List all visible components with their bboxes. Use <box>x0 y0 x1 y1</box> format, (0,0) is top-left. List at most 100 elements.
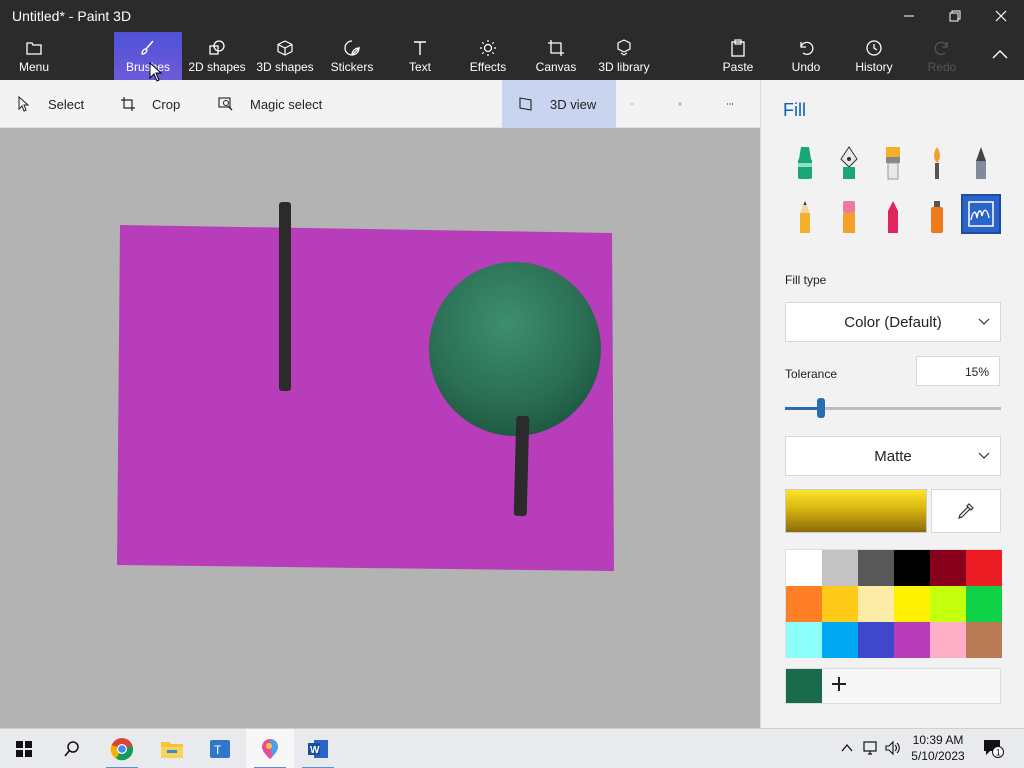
tab-3d-shapes[interactable]: 3D shapes <box>254 32 316 80</box>
palette-swatch[interactable] <box>822 622 858 658</box>
notification-count: 1 <box>996 748 1001 758</box>
crayon-brush[interactable] <box>873 197 913 237</box>
fill-panel: Fill Fill type Color (Default) Tolerance… <box>760 80 1024 728</box>
taskbar-file-explorer[interactable] <box>148 729 196 768</box>
history-button[interactable]: History <box>852 32 896 80</box>
vertical-bar-left[interactable] <box>279 202 291 391</box>
svg-text:T: T <box>214 743 222 757</box>
eraser-icon <box>843 201 855 233</box>
palette-swatch[interactable] <box>822 586 858 622</box>
pixel-pen-brush[interactable] <box>961 143 1001 183</box>
palette-swatch[interactable] <box>930 550 966 586</box>
palette-swatch[interactable] <box>858 586 894 622</box>
redo-label: Redo <box>927 59 957 74</box>
pencil-brush[interactable] <box>785 197 825 237</box>
notification-center[interactable]: 1 <box>982 739 1004 758</box>
restore-icon <box>949 10 961 22</box>
search-button[interactable] <box>48 729 96 768</box>
taskbar-word[interactable]: W <box>294 729 342 768</box>
fill-brush[interactable] <box>961 194 1001 234</box>
eraser-brush[interactable] <box>829 197 869 237</box>
taskbar-paint3d[interactable] <box>246 729 294 768</box>
restore-button[interactable] <box>932 0 978 32</box>
palette-swatch[interactable] <box>786 586 822 622</box>
palette-swatch[interactable] <box>858 622 894 658</box>
crop-button[interactable]: Crop <box>120 80 180 128</box>
taskbar-clock[interactable]: 10:39 AM 5/10/2023 <box>906 732 970 764</box>
tab-stickers[interactable]: Stickers <box>326 32 378 80</box>
magic-select-label: Magic select <box>250 96 323 112</box>
search-icon <box>64 741 79 757</box>
brushes-label: Brushes <box>125 59 171 74</box>
network-tray[interactable] <box>862 739 880 757</box>
palette-swatch[interactable] <box>966 550 1002 586</box>
3d-view-toggle[interactable]: 3D view <box>502 80 616 128</box>
add-color-button[interactable] <box>830 675 850 695</box>
palette-swatch[interactable] <box>966 622 1002 658</box>
close-button[interactable] <box>978 0 1024 32</box>
palette-swatch[interactable] <box>858 550 894 586</box>
selected-color-preview[interactable] <box>785 489 927 533</box>
drawing-canvas[interactable] <box>0 128 760 728</box>
eyedropper-button[interactable] <box>931 489 1001 533</box>
volume-tray[interactable] <box>884 739 902 757</box>
3d-library-label: 3D library <box>598 59 650 74</box>
zoom-out-button[interactable] <box>630 80 650 128</box>
text-icon <box>414 40 426 55</box>
taskbar-chrome[interactable] <box>98 729 146 768</box>
undo-label: Undo <box>791 59 821 74</box>
tolerance-input[interactable]: 15% <box>916 356 1000 386</box>
marker-icon <box>798 147 812 179</box>
undo-button[interactable]: Undo <box>786 32 826 80</box>
fill-type-dropdown[interactable]: Color (Default) <box>785 302 1001 342</box>
magic-select-button[interactable]: Magic select <box>218 80 322 128</box>
2d-shapes-label: 2D shapes <box>188 59 246 74</box>
paste-button[interactable]: Paste <box>718 32 758 80</box>
oil-brush[interactable] <box>873 143 913 183</box>
tab-2d-shapes[interactable]: 2D shapes <box>186 32 248 80</box>
tab-3d-library[interactable]: 3D library <box>596 32 652 80</box>
green-sphere[interactable] <box>429 262 601 436</box>
custom-color-swatch[interactable] <box>786 669 822 703</box>
calligraphy-pen-brush[interactable] <box>829 143 869 183</box>
collapse-ribbon-button[interactable] <box>984 32 1016 80</box>
palette-swatch[interactable] <box>894 550 930 586</box>
watercolor-brush[interactable] <box>917 143 957 183</box>
tolerance-slider-thumb[interactable] <box>817 398 826 418</box>
chevron-down-icon <box>978 318 990 325</box>
show-hidden-icons[interactable] <box>838 739 856 757</box>
network-icon <box>863 741 877 755</box>
palette-swatch[interactable] <box>822 550 858 586</box>
oil-brush-icon <box>886 147 900 180</box>
minimize-button[interactable] <box>886 0 932 32</box>
redo-button[interactable]: Redo <box>924 32 960 80</box>
plus-icon <box>678 102 682 106</box>
menu-label: Menu <box>18 59 50 74</box>
close-icon <box>995 10 1007 22</box>
3d-view-label: 3D view <box>550 96 597 112</box>
palette-swatch[interactable] <box>966 586 1002 622</box>
tab-effects[interactable]: Effects <box>466 32 510 80</box>
palette-swatch[interactable] <box>786 550 822 586</box>
taskbar-app-blue[interactable]: T <box>196 729 244 768</box>
palette-swatch[interactable] <box>786 622 822 658</box>
palette-swatch[interactable] <box>930 586 966 622</box>
palette-swatch[interactable] <box>894 586 930 622</box>
finish-dropdown[interactable]: Matte <box>785 436 1001 476</box>
start-button[interactable] <box>0 729 48 768</box>
tab-brushes[interactable]: Brushes <box>114 32 182 80</box>
menu-button[interactable]: Menu <box>10 32 58 80</box>
spray-can-brush[interactable] <box>917 197 957 237</box>
marker-brush[interactable] <box>785 143 825 183</box>
tab-canvas[interactable]: Canvas <box>532 32 580 80</box>
vertical-bar-right[interactable] <box>513 415 530 517</box>
secondary-toolbar: Select Crop Magic select 3D view <box>0 80 760 128</box>
select-button[interactable]: Select <box>16 80 84 128</box>
tolerance-slider-fill <box>785 407 818 410</box>
more-options-button[interactable] <box>726 80 750 128</box>
palette-swatch[interactable] <box>894 622 930 658</box>
tolerance-slider[interactable] <box>785 398 1001 418</box>
palette-swatch[interactable] <box>930 622 966 658</box>
zoom-in-button[interactable] <box>678 80 698 128</box>
tab-text[interactable]: Text <box>398 32 442 80</box>
